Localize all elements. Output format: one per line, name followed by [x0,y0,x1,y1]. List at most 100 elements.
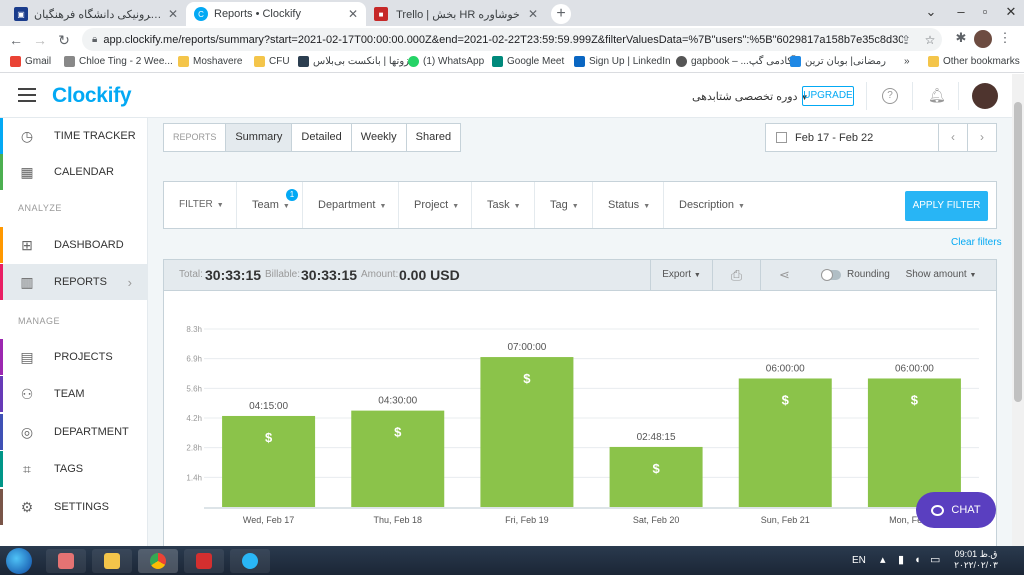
bookmark-chloe-ting[interactable]: Chloe Ting - 2 Wee... [64,56,173,67]
filter-task[interactable]: Task ▼ [472,182,535,228]
windows-start-icon[interactable] [6,548,32,574]
taskbar-app-paint[interactable] [46,549,86,573]
clear-filters-link[interactable]: Clear filters [951,237,1002,248]
bookmark-linkedin[interactable]: Sign Up | LinkedIn [574,56,671,67]
battery-icon[interactable]: ▭ [930,546,940,575]
filter-status[interactable]: Status ▼ [593,182,664,228]
tab-weekly[interactable]: Weekly [352,124,407,151]
sidebar-item-label: DEPARTMENT [54,426,129,438]
bookmarks-overflow-icon[interactable]: » [904,56,910,67]
browser-tab-clockify[interactable]: C Reports • Clockify ✕ [186,2,366,26]
tab-shared[interactable]: Shared [407,124,460,151]
bookmark-moshavere[interactable]: Moshavere [178,56,242,67]
export-dropdown[interactable]: Export ▼ [650,260,712,290]
sidebar-item-calendar[interactable]: ▦ CALENDAR [0,154,148,190]
user-avatar[interactable] [972,83,998,109]
telegram-icon [242,553,258,569]
tab-detailed[interactable]: Detailed [292,124,352,151]
forward-arrow-icon[interactable]: → [30,30,50,50]
close-tab-icon[interactable]: ✕ [522,7,538,21]
system-clock[interactable]: 09:01 ق.ظ ۲۰۲۲/۰۲/۰۳ [950,549,1002,571]
bookmark-gmail[interactable]: Gmail [10,56,51,67]
volume-icon[interactable]: ◖ [914,546,921,575]
sidebar-item-settings[interactable]: ⚙ SETTINGS [0,489,148,525]
close-tab-icon[interactable]: ✕ [342,7,358,21]
tab-summary[interactable]: Summary [226,124,293,151]
page-scrollbar[interactable] [1012,74,1024,546]
filter-description[interactable]: Description ▼ [664,182,754,228]
url-bar[interactable]: 🔒︎ app.clockify.me/reports/summary?start… [82,28,942,51]
address-bar-row: ← → ↻ 🔒︎ app.clockify.me/reports/summary… [0,26,1024,53]
bookmark-ramezani[interactable]: رمضانی| بوبان ترین [790,56,886,67]
university-favicon-icon: ▣ [14,7,28,21]
taskbar-app-acrobat[interactable] [184,549,224,573]
taskbar-app-chrome[interactable] [138,549,178,573]
show-amount-dropdown[interactable]: Show amount ▼ [899,260,983,290]
main-content: REPORTS Summary Detailed Weekly Shared F… [148,118,1012,546]
close-tab-icon[interactable]: ✕ [162,7,178,21]
browser-menu-icon[interactable]: ⋮ [994,30,1016,51]
team-icon: ⚇ [20,385,34,402]
workspace-selector[interactable]: دوره تخصصی شتابدهی ▼ [692,90,808,103]
print-icon[interactable]: ⎙ [712,260,760,290]
sidebar-item-department[interactable]: ◎ DEPARTMENT [0,414,148,450]
rounding-toggle[interactable] [821,269,841,281]
bookmark-gapbook[interactable]: gapbook – ...آکادمی گپ [676,56,795,67]
sidebar-item-reports[interactable]: ▥ REPORTS › [0,264,148,300]
bookmark-whatsapp[interactable]: (1) WhatsApp [408,56,484,67]
network-icon[interactable]: ▮ [898,546,904,575]
sidebar-item-projects[interactable]: ▤ PROJECTS [0,339,148,375]
apply-filter-button[interactable]: APPLY FILTER [905,191,988,221]
tray-overflow-icon[interactable]: ▴ [880,546,886,575]
filter-project[interactable]: Project ▼ [399,182,472,228]
back-arrow-icon[interactable]: ← [6,30,26,50]
scrollbar-thumb[interactable] [1014,102,1022,402]
taskbar-app-explorer[interactable] [92,549,132,573]
billable-dollar-icon: $ [911,392,919,407]
browser-tab-university[interactable]: ▣ سامانه آموزش الکترونیکی دانشگاه فرهنگی… [6,2,186,26]
filter-label-text: FILTER [179,199,213,210]
language-indicator[interactable]: EN [852,546,866,575]
sidebar-item-time-tracker[interactable]: ◷ TIME TRACKER [0,118,148,154]
bell-icon[interactable]: 🔔︎ [928,87,946,104]
hamburger-menu-icon[interactable] [18,88,36,102]
share-icon[interactable]: ⇪ [894,33,918,47]
billable-dollar-icon: $ [782,392,790,407]
help-icon[interactable]: ? [882,88,898,104]
bookmark-label: Sign Up | LinkedIn [589,56,671,67]
date-range-field[interactable]: Feb 17 - Feb 22 [766,124,938,151]
bookmark-other[interactable]: Other bookmarks [928,56,1020,67]
profile-icon[interactable] [972,30,994,51]
filter-department[interactable]: Department ▼ [303,182,399,228]
browser-tab-strip: ▣ سامانه آموزش الکترونیکی دانشگاه فرهنگی… [0,0,1024,26]
upgrade-button[interactable]: UPGRADE [802,86,854,106]
filter-tag[interactable]: Tag ▼ [535,182,593,228]
clockify-logo[interactable]: Clockify [52,84,132,108]
trello-favicon-icon: ■ [374,7,388,21]
chat-button[interactable]: CHAT [916,492,996,528]
share-icon[interactable]: ⋖ [760,260,808,290]
y-tick-label: 6.9h [186,355,202,364]
next-range-chevron-icon[interactable]: › [967,124,996,151]
taskbar-app-telegram[interactable] [230,549,270,573]
sidebar-item-tags[interactable]: ⌗ TAGS [0,451,148,487]
bookmark-google-meet[interactable]: Google Meet [492,56,564,67]
clock-date: ۲۰۲۲/۰۲/۰۳ [954,560,998,570]
reload-icon[interactable]: ↻ [54,30,74,50]
divider [958,82,959,110]
extensions-icon[interactable]: ✱ [950,30,972,51]
new-tab-icon[interactable]: + [551,4,571,24]
sidebar-item-team[interactable]: ⚇ TEAM [0,376,148,412]
close-window-icon[interactable]: ✕ [996,0,1024,26]
sidebar-heading-manage: MANAGE [18,316,61,326]
filter-label[interactable]: FILTER ▼ [164,182,237,228]
browser-tab-trello[interactable]: ■ Trello | بخش HR خوشاوره ✕ [366,2,546,26]
bookmark-star-icon[interactable]: ☆ [918,33,942,47]
sidebar-item-dashboard[interactable]: ⊞ DASHBOARD [0,227,148,263]
bar-data-label: 06:00:00 [766,363,805,374]
bookmark-isootha[interactable]: ایزوتها | بانکست بی‌بلاس [298,56,415,67]
bookmark-cfu[interactable]: CFU [254,56,290,67]
tab-search-chevron-icon[interactable]: ⌄ [916,0,946,26]
y-tick-label: 4.2h [186,414,202,423]
prev-range-chevron-icon[interactable]: ‹ [938,124,967,151]
